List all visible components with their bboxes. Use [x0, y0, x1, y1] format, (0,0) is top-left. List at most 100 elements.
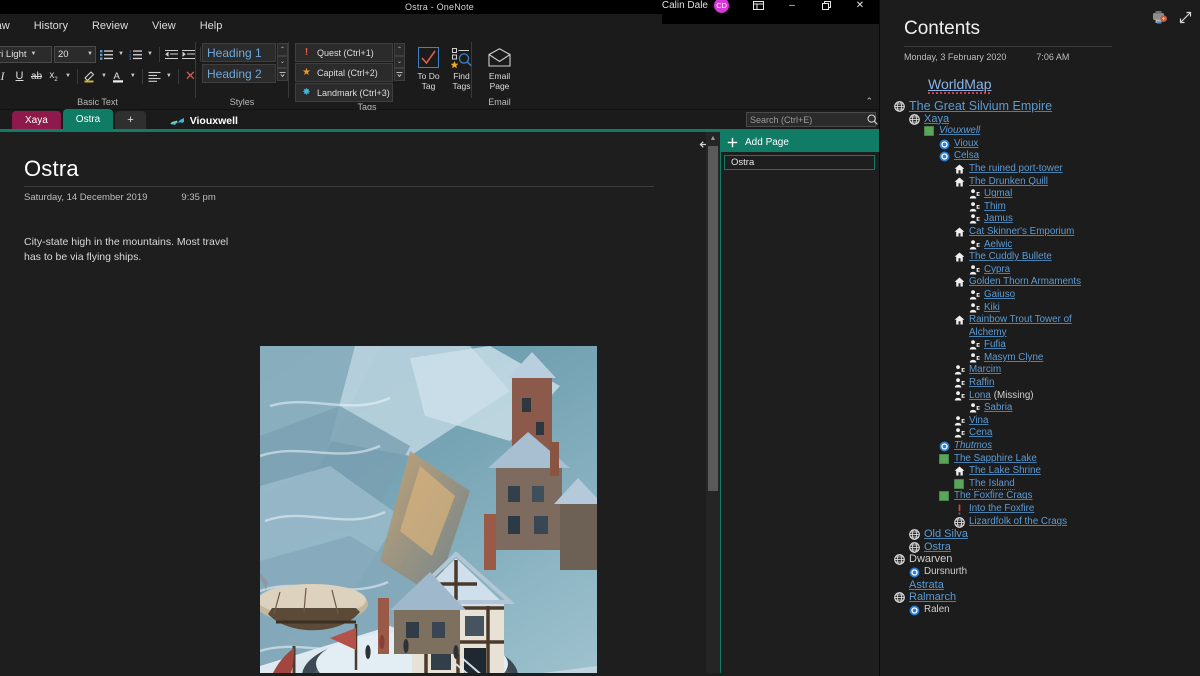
tree-item[interactable]: Fufia	[880, 339, 1200, 352]
tag-quest[interactable]: ! Quest (Ctrl+1)	[295, 43, 393, 62]
notebook-selector[interactable]: Viouxwell	[170, 115, 238, 127]
font-color-chevron-down-icon[interactable]: ▼	[127, 73, 139, 79]
add-section-button[interactable]: +	[115, 111, 146, 129]
tree-item[interactable]: Jamus	[880, 213, 1200, 226]
tree-item[interactable]: Astrata	[880, 579, 1200, 592]
tree-item[interactable]: The Island	[880, 477, 1200, 491]
tag-landmark[interactable]: ✸ Landmark (Ctrl+3)	[295, 83, 393, 102]
bullets-button[interactable]	[98, 45, 115, 64]
highlight-button[interactable]	[81, 67, 98, 86]
page-image-mountain-city[interactable]	[260, 346, 597, 673]
search-icon[interactable]	[867, 114, 878, 125]
tree-item-label[interactable]: The ruined port-tower	[969, 163, 1063, 174]
tags-scroll-down-button[interactable]: ⌄	[394, 55, 405, 69]
tree-item-label[interactable]: Lizardfolk of the Crags	[969, 516, 1067, 527]
tree-item-label[interactable]: Jamus	[984, 213, 1013, 224]
page-canvas[interactable]: Ostra Saturday, 14 December 2019 9:35 pm…	[0, 132, 720, 673]
scrollbar-thumb[interactable]	[708, 146, 718, 491]
menu-item-draw[interactable]: raw	[0, 17, 22, 35]
page-list-item-ostra[interactable]: Ostra	[724, 155, 875, 170]
tree-item-label[interactable]: Celsa	[954, 150, 979, 161]
numbering-button[interactable]: 1 2 3	[127, 45, 144, 64]
decrease-indent-button[interactable]	[163, 45, 180, 64]
tree-item-label[interactable]: The Cuddly Bullete	[969, 251, 1052, 262]
align-chevron-down-icon[interactable]: ▼	[163, 73, 175, 79]
bullets-chevron-down-icon[interactable]: ▼	[115, 51, 127, 57]
tree-item-label[interactable]: Lona	[969, 390, 991, 401]
page-title[interactable]: Ostra	[24, 156, 720, 182]
tree-item[interactable]: Viouxwell	[880, 125, 1200, 138]
subscript-button[interactable]: x2	[45, 67, 62, 86]
tree-item[interactable]: Into the Foxfire	[880, 503, 1200, 516]
styles-scroll-up-button[interactable]: ⌃	[277, 43, 288, 56]
close-button[interactable]: ✕	[843, 0, 877, 12]
numbering-chevron-down-icon[interactable]: ▼	[144, 51, 156, 57]
tree-item[interactable]: Ostra	[880, 541, 1200, 554]
tree-item[interactable]: Rainbow Trout Tower of Alchemy	[880, 314, 1200, 339]
tree-item-label[interactable]: Vioux	[954, 138, 978, 149]
tags-scroll-up-button[interactable]: ⌃	[394, 43, 405, 56]
tree-item-label[interactable]: Ralen	[924, 604, 950, 615]
worldmap-heading[interactable]: WorldMap	[928, 76, 992, 94]
tree-item[interactable]: Aelwic	[880, 239, 1200, 252]
tree-item[interactable]: Dwarven	[880, 553, 1200, 566]
section-tab-xaya[interactable]: Xaya	[12, 111, 61, 129]
tree-item-label[interactable]: Golden Thorn Armaments	[969, 276, 1081, 287]
tree-item[interactable]: Vioux	[880, 138, 1200, 151]
tree-item[interactable]: Sabria	[880, 402, 1200, 415]
tree-item[interactable]: The Great Silvium Empire	[880, 100, 1200, 113]
tree-item-label[interactable]: The Sapphire Lake	[954, 453, 1037, 464]
tree-item-label[interactable]: Into the Foxfire	[969, 503, 1034, 514]
tree-item[interactable]: Marcim	[880, 364, 1200, 377]
font-color-button[interactable]: A	[110, 67, 127, 86]
tree-item[interactable]: The Sapphire Lake	[880, 453, 1200, 466]
menu-item-view[interactable]: View	[140, 17, 188, 35]
add-page-button[interactable]: Add Page	[721, 132, 879, 152]
tree-item[interactable]: Ugmal	[880, 188, 1200, 201]
tree-item[interactable]: Ralen	[880, 604, 1200, 617]
collapse-ribbon-button[interactable]: ⌃	[865, 96, 873, 107]
tree-item-label[interactable]: Ostra	[924, 541, 951, 553]
avatar[interactable]: CD	[714, 0, 729, 13]
menu-item-history[interactable]: History	[22, 17, 80, 35]
print-stamp-icon[interactable]	[1151, 10, 1169, 25]
page-scrollbar[interactable]: ▲	[706, 132, 720, 673]
tree-item-label[interactable]: The Great Silvium Empire	[909, 99, 1052, 113]
strikethrough-button[interactable]: ab	[28, 67, 45, 86]
tree-item-label[interactable]: Fufia	[984, 339, 1006, 350]
menu-item-review[interactable]: Review	[80, 17, 140, 35]
font-size-combo[interactable]: 20 ▼	[54, 45, 96, 63]
ribbon-display-options-icon[interactable]	[741, 0, 775, 12]
tree-item-label[interactable]: The Drunken Quill	[969, 176, 1048, 187]
tree-item[interactable]: Ralmarch	[880, 591, 1200, 604]
restore-button[interactable]	[809, 0, 843, 12]
italic-button[interactable]: I	[0, 67, 11, 86]
increase-indent-button[interactable]	[180, 45, 197, 64]
tree-item-label[interactable]: Dwarven	[909, 553, 952, 565]
styles-scroll-down-button[interactable]: ⌄	[277, 55, 288, 69]
tree-item[interactable]: The Drunken Quill	[880, 176, 1200, 189]
expand-diagonal-icon[interactable]	[1179, 11, 1192, 24]
tree-item[interactable]: The Lake Shrine	[880, 465, 1200, 478]
tree-item-label[interactable]: Masym Clyne	[984, 352, 1043, 363]
tree-item-label[interactable]: Astrata	[909, 579, 944, 591]
styles-more-button[interactable]	[277, 68, 288, 81]
tag-capital[interactable]: ★ Capital (Ctrl+2)	[295, 63, 393, 82]
tree-item[interactable]: Golden Thorn Armaments	[880, 276, 1200, 289]
tree-item[interactable]: Xaya	[880, 113, 1200, 126]
tree-item-label[interactable]: Dursnurth	[924, 566, 967, 577]
tree-item-label[interactable]: Thim	[984, 201, 1006, 212]
tree-item-label[interactable]: Cypra	[984, 264, 1010, 275]
tree-item[interactable]: Cat Skinner's Emporium	[880, 226, 1200, 239]
tree-item-label[interactable]: Ralmarch	[909, 591, 956, 603]
tree-item[interactable]: Lizardfolk of the Crags	[880, 516, 1200, 529]
tree-item-label[interactable]: Sabria	[984, 402, 1012, 413]
tree-item[interactable]: The Cuddly Bullete	[880, 251, 1200, 264]
tree-item-label[interactable]: Raffin	[969, 377, 994, 388]
tree-item-label[interactable]: Cena	[969, 427, 992, 438]
tree-item[interactable]: Old Silva	[880, 528, 1200, 541]
tree-item[interactable]: Kiki	[880, 302, 1200, 315]
highlight-chevron-down-icon[interactable]: ▼	[98, 73, 110, 79]
font-name-combo[interactable]: ri Light ▼	[0, 45, 52, 63]
tree-item[interactable]: Thim	[880, 201, 1200, 214]
